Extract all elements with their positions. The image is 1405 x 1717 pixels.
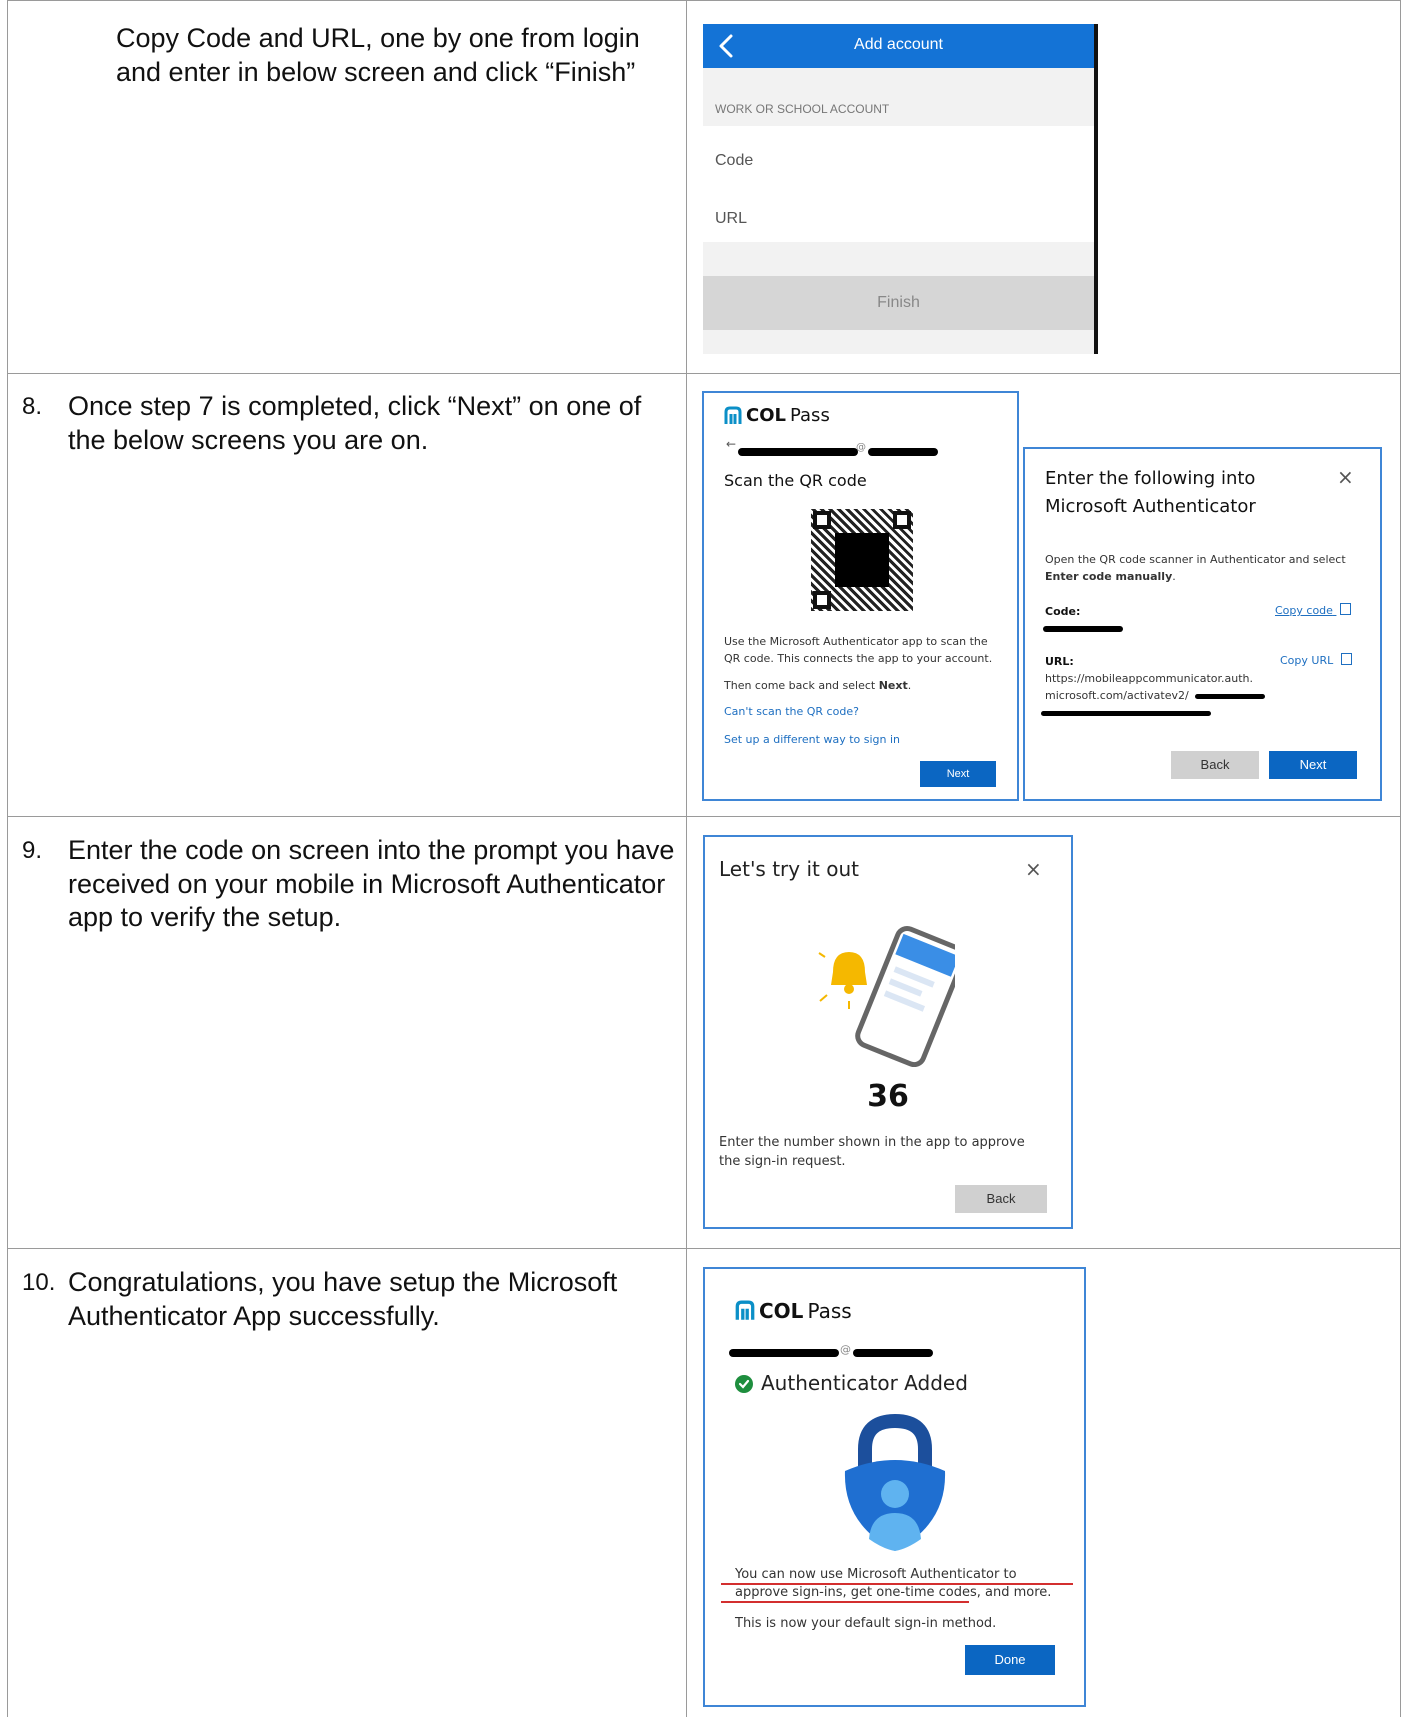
redacted-code bbox=[1043, 626, 1123, 632]
brand-pass: Pass bbox=[789, 405, 830, 426]
try-title: Let's try it out bbox=[719, 857, 859, 881]
add-account-header: Add account bbox=[703, 24, 1094, 68]
copy-code-link[interactable]: Copy code bbox=[1275, 603, 1352, 617]
code-field-placeholder: Code bbox=[715, 152, 754, 169]
manual-title: Enter the following into Microsoft Authe… bbox=[1045, 468, 1256, 517]
qr-code-image bbox=[811, 509, 913, 611]
redacted-email-user bbox=[738, 448, 858, 456]
brand-col: COL bbox=[746, 405, 786, 426]
redacted-email-user bbox=[729, 1349, 839, 1357]
section-label: WORK OR SCHOOL ACCOUNT bbox=[715, 102, 890, 116]
column-divider bbox=[686, 0, 687, 1717]
authenticator-lock-icon bbox=[835, 1409, 955, 1559]
colpass-logo-icon bbox=[735, 1300, 755, 1320]
done-button[interactable]: Done bbox=[965, 1645, 1055, 1675]
row-divider bbox=[7, 373, 1401, 374]
brand-pass: Pass bbox=[807, 1299, 852, 1323]
table-border-right bbox=[1400, 0, 1401, 1717]
code-label: Code: bbox=[1045, 605, 1081, 618]
copy-icon bbox=[1340, 603, 1352, 615]
annotation-underline bbox=[721, 1583, 1073, 1585]
url-label: URL: bbox=[1045, 655, 1074, 668]
try-back-button[interactable]: Back bbox=[955, 1185, 1047, 1213]
step-number: 10. bbox=[22, 1269, 56, 1296]
table-border-left bbox=[7, 0, 8, 1717]
qr-next-button[interactable]: Next bbox=[920, 761, 996, 787]
finish-label: Finish bbox=[877, 294, 920, 311]
colpass-logo: COL Pass bbox=[724, 405, 830, 426]
url-field-placeholder: URL bbox=[715, 210, 748, 227]
url-value-line2: microsoft.com/activatev2/ bbox=[1045, 689, 1189, 702]
redacted-email-domain bbox=[853, 1349, 933, 1357]
step-text: Enter the code on screen into the prompt… bbox=[68, 835, 675, 932]
try-description: Enter the number shown in the app to app… bbox=[719, 1135, 1025, 1169]
qr-title: Scan the QR code bbox=[724, 471, 867, 490]
annotation-underline bbox=[721, 1601, 969, 1603]
redacted-url-part bbox=[1195, 694, 1265, 699]
finish-button[interactable]: Finish bbox=[703, 276, 1094, 330]
cant-scan-link[interactable]: Can't scan the QR code? bbox=[724, 705, 859, 718]
code-field[interactable]: Code URL bbox=[703, 126, 1094, 242]
copy-icon bbox=[1340, 653, 1352, 665]
added-title: Authenticator Added bbox=[761, 1371, 968, 1395]
manual-back-button[interactable]: Back bbox=[1171, 751, 1259, 779]
back-arrow-icon[interactable]: ← bbox=[726, 437, 736, 451]
add-account-screen: Add account WORK OR SCHOOL ACCOUNT Code … bbox=[703, 24, 1098, 354]
close-icon[interactable]: × bbox=[1337, 465, 1354, 489]
manual-entry-card: Enter the following into Microsoft Authe… bbox=[1023, 447, 1382, 801]
different-way-link[interactable]: Set up a different way to sign in bbox=[724, 733, 900, 746]
step-number: 9. bbox=[22, 837, 43, 864]
row-divider bbox=[7, 816, 1401, 817]
default-method-text: This is now your default sign-in method. bbox=[735, 1616, 997, 1631]
brand-col: COL bbox=[759, 1299, 804, 1323]
email-at: @ bbox=[840, 1343, 851, 1356]
colpass-logo: COL Pass bbox=[735, 1299, 852, 1323]
row-divider bbox=[7, 1248, 1401, 1249]
step-text: Copy Code and URL, one by one from login… bbox=[116, 23, 640, 87]
authenticator-added-card: COL Pass @ Authenticator Added You can no… bbox=[703, 1267, 1086, 1707]
try-it-out-card: Let's try it out × 36 Enter the number s… bbox=[703, 835, 1073, 1229]
step-text: Congratulations, you have setup the Micr… bbox=[68, 1267, 618, 1331]
colpass-logo-icon bbox=[724, 406, 742, 424]
step-number: 8. bbox=[22, 393, 43, 420]
success-check-icon bbox=[735, 1375, 753, 1393]
email-at: @ bbox=[856, 442, 866, 453]
qr-then-text: Then come back and select Next. bbox=[724, 679, 912, 692]
url-field[interactable]: URL bbox=[703, 184, 1094, 242]
manual-description: Open the QR code scanner in Authenticato… bbox=[1045, 553, 1346, 583]
redacted-url-part bbox=[1041, 711, 1211, 716]
qr-description: Use the Microsoft Authenticator app to s… bbox=[724, 635, 993, 665]
close-icon[interactable]: × bbox=[1025, 857, 1042, 881]
scan-qr-card: COL Pass ← @ Scan the QR code Use the Mic… bbox=[702, 391, 1019, 801]
add-account-title: Add account bbox=[854, 36, 943, 53]
approval-number: 36 bbox=[867, 1079, 909, 1114]
copy-url-link[interactable]: Copy URL bbox=[1280, 653, 1352, 667]
redacted-email-domain bbox=[868, 448, 938, 456]
phone-notification-icon bbox=[815, 917, 966, 1068]
step-text: Once step 7 is completed, click “Next” o… bbox=[68, 391, 642, 455]
table-border-top bbox=[7, 0, 1401, 1]
url-value-line1: https://mobileappcommunicator.auth. bbox=[1045, 672, 1253, 685]
manual-next-button[interactable]: Next bbox=[1269, 751, 1357, 779]
